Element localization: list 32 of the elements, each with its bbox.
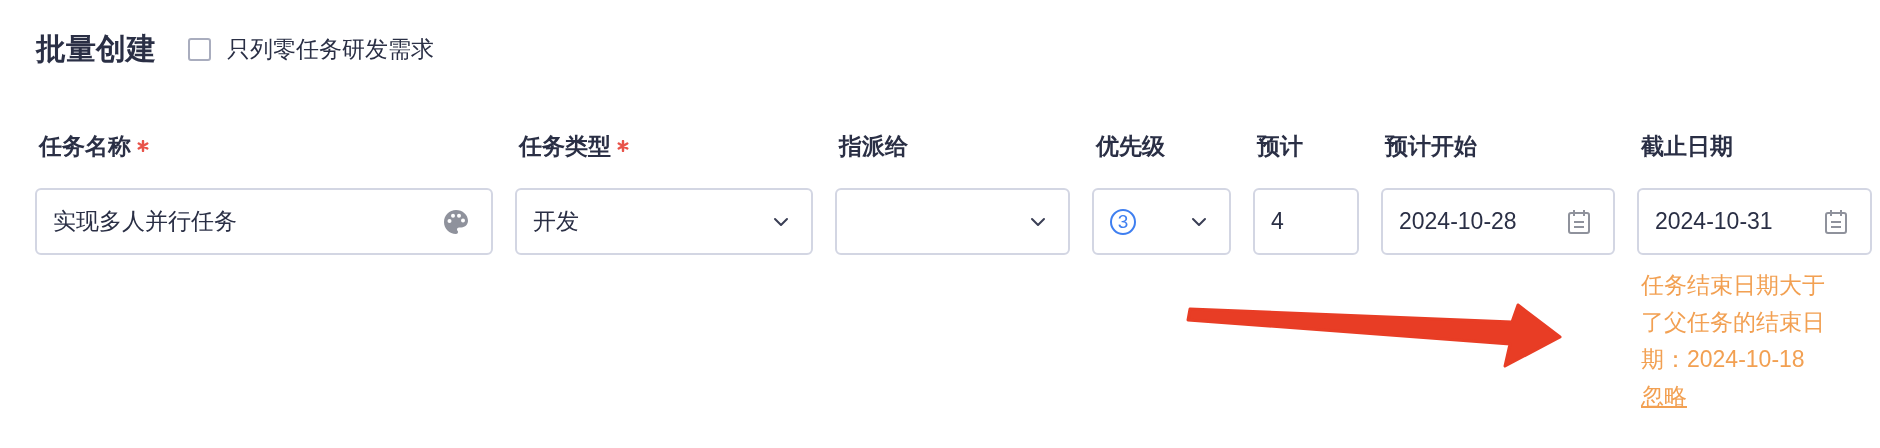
field-value: 实现多人并行任务	[53, 207, 237, 236]
warning-message: 任务结束日期大于了父任务的结束日期：2024-10-18 忽略	[1640, 271, 1826, 411]
column-header: 预计开始	[1385, 131, 1477, 161]
priority-level: 3	[1110, 208, 1136, 235]
field-value: 2024-10-28	[1399, 208, 1517, 235]
column-header: 截止日期	[1641, 131, 1733, 161]
date-field[interactable]: 2024-10-31	[1637, 188, 1872, 255]
chevron-icon	[773, 216, 789, 227]
priority-select[interactable]: 3	[1092, 188, 1231, 255]
select-field[interactable]	[835, 188, 1070, 255]
chevron-icon	[1030, 216, 1046, 227]
palette-icon	[443, 208, 469, 235]
calendar-icon	[1567, 208, 1591, 235]
field-value: 4	[1271, 208, 1284, 235]
select-field[interactable]: 开发	[515, 188, 813, 255]
chevron-icon	[1191, 216, 1207, 227]
field-value: 2024-10-31	[1655, 208, 1773, 235]
column-header: 优先级	[1096, 131, 1165, 161]
checkbox-label: 只列零任务研发需求	[227, 34, 434, 64]
date-field[interactable]: 2024-10-28	[1381, 188, 1615, 255]
field-value: 开发	[533, 207, 579, 236]
column-header: 预计	[1257, 131, 1303, 161]
text-field[interactable]: 实现多人并行任务	[35, 188, 493, 255]
required-icon	[137, 140, 149, 152]
checkbox[interactable]	[188, 37, 211, 61]
page-title: 批量创建	[36, 30, 156, 67]
column-header: 任务名称	[39, 131, 131, 161]
calendar-icon	[1824, 208, 1848, 235]
column-header: 指派给	[839, 131, 908, 161]
column-header: 任务类型	[519, 131, 611, 161]
number-field[interactable]: 4	[1253, 188, 1359, 255]
required-icon	[617, 140, 629, 152]
